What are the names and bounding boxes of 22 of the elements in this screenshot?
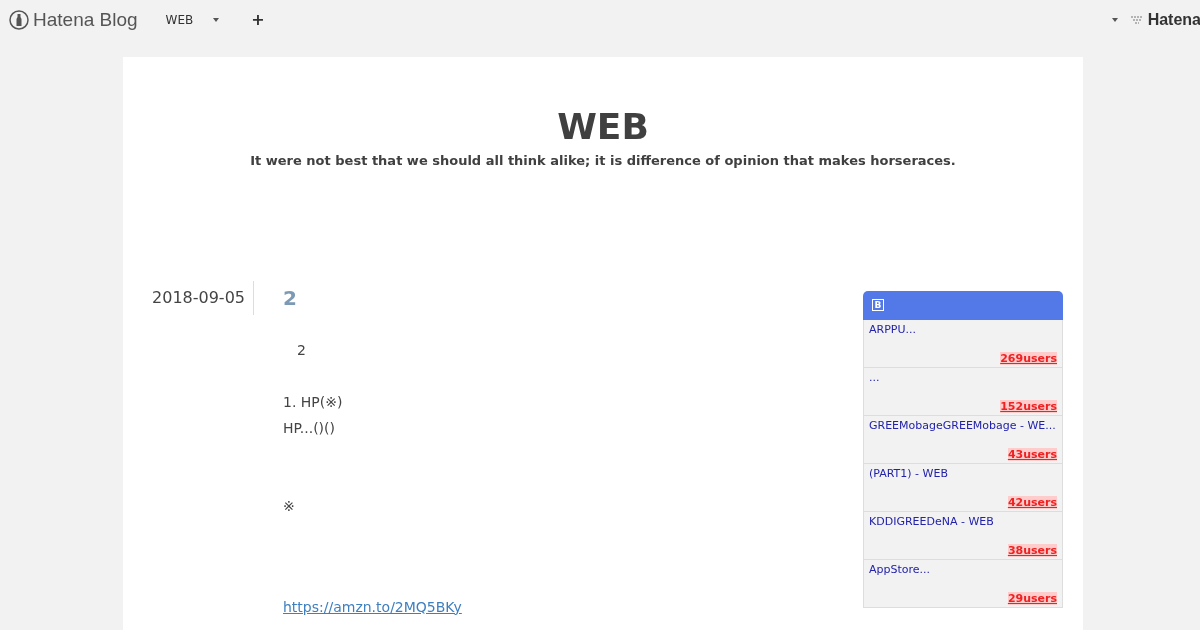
blog-tagline: It were not best that we should all think alike; it is difference of opinion that makes horseraces. [249, 152, 957, 170]
entry-text: 2 [296, 340, 307, 360]
blog-name-menu[interactable]: WEB [165, 11, 220, 29]
caret-icon[interactable] [1111, 18, 1118, 22]
bookmark-title-link[interactable]: AppStore... [869, 562, 1057, 576]
entry-link[interactable]: https://amzn.to/2MQ5BKy [283, 596, 462, 617]
entry-text: 1. HP(※) [283, 392, 344, 412]
hatena-blog-logo[interactable]: Hatena Blog [33, 5, 138, 35]
bookmark-title-link[interactable]: GREEMobageGREEMobage - WE... [869, 418, 1057, 432]
caret-icon [213, 18, 220, 22]
bookmark-title-link[interactable]: ... [869, 370, 1057, 384]
bookmark-title-link[interactable]: ARPPU... [869, 322, 1057, 336]
bottle-logo-icon [9, 10, 29, 30]
entry-text: ※ [283, 496, 296, 516]
dotted-logo-icon [1129, 15, 1144, 25]
bookmark-title-link[interactable]: (PART1) - WEB [869, 466, 1057, 480]
blog-title[interactable]: WEB [123, 107, 1083, 147]
add-button[interactable]: + [251, 8, 265, 32]
bookmark-title-link[interactable]: KDDIGREEDeNA - WEB [869, 514, 1057, 528]
entry-date[interactable]: 2018-09-05 [152, 285, 245, 310]
entry-text: HP...()() [283, 418, 336, 438]
bookmark-icon: B [872, 299, 884, 311]
